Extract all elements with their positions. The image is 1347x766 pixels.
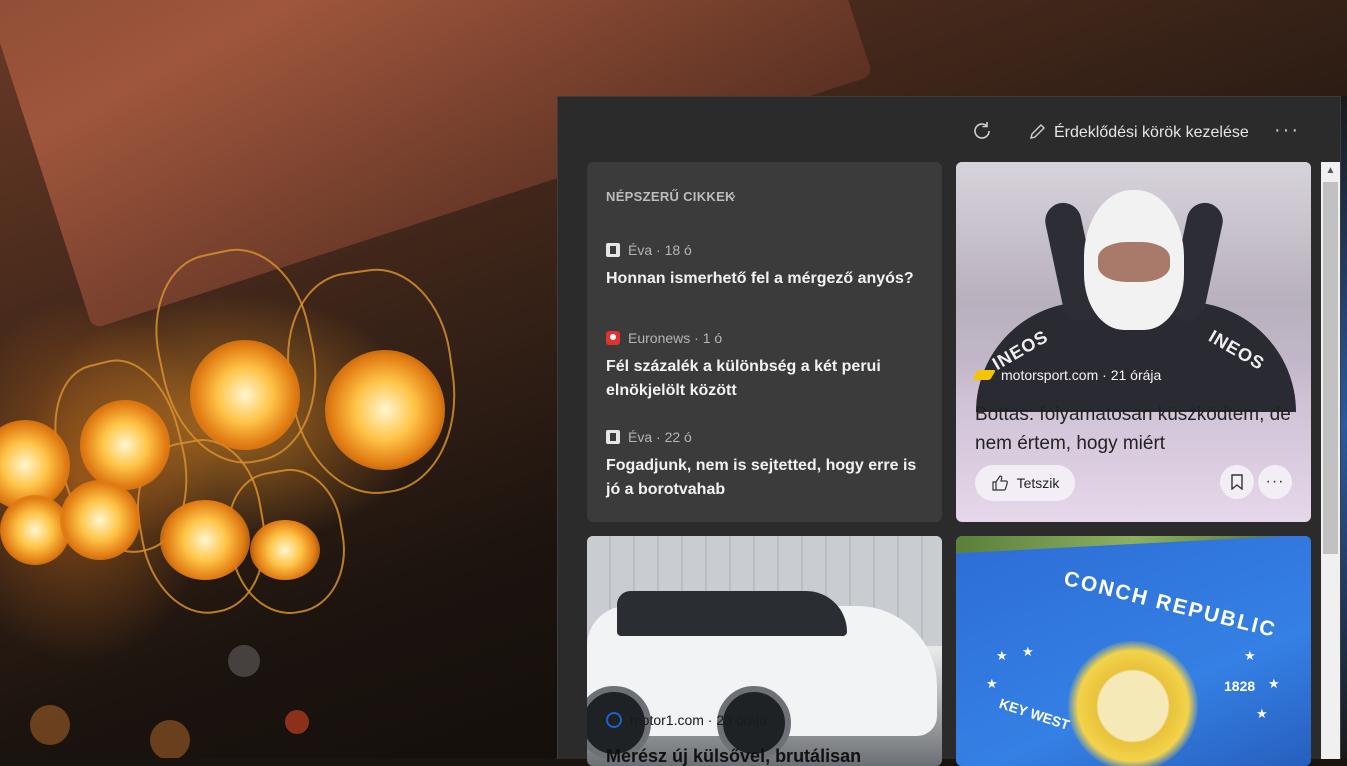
news-card-conch-republic[interactable]: CONCH REPUBLIC 1828 KEY WEST ★ ★ ★ ★ ★ ★ — [956, 536, 1311, 766]
star-icon: ★ — [1256, 706, 1268, 721]
euronews-logo-icon — [606, 331, 620, 345]
popular-articles-header[interactable]: NÉPSZERŰ CIKKEK — [606, 189, 735, 204]
lamp-bulb — [190, 340, 300, 450]
widget-toolbar: Érdeklődési körök kezelése ··· — [558, 97, 1340, 163]
bookmark-icon — [1231, 474, 1243, 490]
eva-logo-icon — [606, 243, 620, 257]
scrollbar-thumb[interactable] — [1323, 182, 1338, 554]
photo-driver-face — [1098, 242, 1170, 282]
like-button[interactable]: Tetszik — [975, 465, 1075, 501]
photo-car-window — [617, 591, 847, 636]
article-photo: INEOS INEOS — [956, 162, 1311, 412]
bokeh-light — [150, 720, 190, 758]
pencil-icon[interactable] — [1028, 121, 1048, 141]
article-meta: Euronews · 1 ó — [606, 328, 926, 348]
thumbs-up-icon — [991, 475, 1008, 491]
motor1-logo-icon — [606, 712, 622, 728]
more-options-button[interactable]: ··· — [1274, 119, 1300, 142]
refresh-icon[interactable] — [970, 119, 994, 143]
chevron-right-icon[interactable]: › — [731, 187, 736, 203]
like-label: Tetszik — [1016, 475, 1060, 491]
bokeh-light — [228, 645, 260, 677]
article-title[interactable]: Fogadjunk, nem is sejtetted, hogy erre i… — [606, 454, 926, 502]
card-more-button[interactable]: ··· — [1258, 465, 1292, 499]
article-source-time: Éva · 18 ó — [628, 242, 692, 258]
star-icon: ★ — [1268, 676, 1280, 691]
article-item[interactable]: Éva · 18 ó Honnan ismerhető fel a mérgez… — [606, 240, 926, 291]
motorsport-logo-icon — [972, 370, 996, 380]
scroll-up-arrow-icon[interactable]: ▲ — [1321, 162, 1340, 180]
lamp-bulb — [80, 400, 170, 490]
popular-articles-card: NÉPSZERŰ CIKKEK › Éva · 18 ó Honnan isme… — [587, 162, 942, 522]
lamp-bulb — [250, 520, 320, 580]
article-meta: Éva · 18 ó — [606, 240, 926, 260]
manage-interests-button[interactable]: Érdeklődési körök kezelése — [1054, 124, 1249, 142]
article-title[interactable]: Merész új külsővel, brutálisan — [606, 746, 861, 766]
lamp-bulb — [0, 495, 70, 565]
eva-logo-icon — [606, 430, 620, 444]
article-source-time: motorsport.com · 21 órája — [1001, 367, 1162, 383]
news-widget-panel: Érdeklődési körök kezelése ··· NÉPSZERŰ … — [557, 96, 1341, 766]
flag-year-text: 1828 — [1224, 678, 1256, 694]
article-meta: motorsport.com · 21 órája — [972, 367, 1162, 383]
bokeh-light — [30, 705, 70, 745]
star-icon: ★ — [986, 676, 998, 691]
bokeh-light — [285, 710, 309, 734]
article-title[interactable]: Honnan ismerhető fel a mérgező anyós? — [606, 267, 926, 291]
article-title[interactable]: Bottas: folyamatosan küszködtem, de nem … — [975, 400, 1295, 458]
scrollbar[interactable]: ▲ — [1321, 162, 1340, 759]
article-meta: Éva · 22 ó — [606, 427, 926, 447]
news-card-bottas[interactable]: INEOS INEOS motorsport.com · 21 órája Bo… — [956, 162, 1311, 522]
article-title[interactable]: Fél százalék a különbség a két perui eln… — [606, 355, 926, 403]
news-card-car[interactable]: motor1.com · 20 órája Merész új külsővel… — [587, 536, 942, 766]
article-source-time: Euronews · 1 ó — [628, 330, 723, 346]
photo-flag-sun — [1068, 641, 1198, 766]
article-meta: motor1.com · 20 órája — [606, 712, 767, 728]
star-icon: ★ — [1244, 648, 1256, 663]
article-item[interactable]: Éva · 22 ó Fogadjunk, nem is sejtetted, … — [606, 427, 926, 502]
article-source-time: motor1.com · 20 órája — [630, 712, 767, 728]
star-icon: ★ — [996, 648, 1008, 663]
save-button[interactable] — [1220, 465, 1254, 499]
lamp-bulb — [60, 480, 140, 560]
star-icon: ★ — [1022, 644, 1034, 659]
article-item[interactable]: Euronews · 1 ó Fél százalék a különbség … — [606, 328, 926, 403]
article-source-time: Éva · 22 ó — [628, 429, 692, 445]
lamp-bulb — [160, 500, 250, 580]
lamp-bulb — [325, 350, 445, 470]
